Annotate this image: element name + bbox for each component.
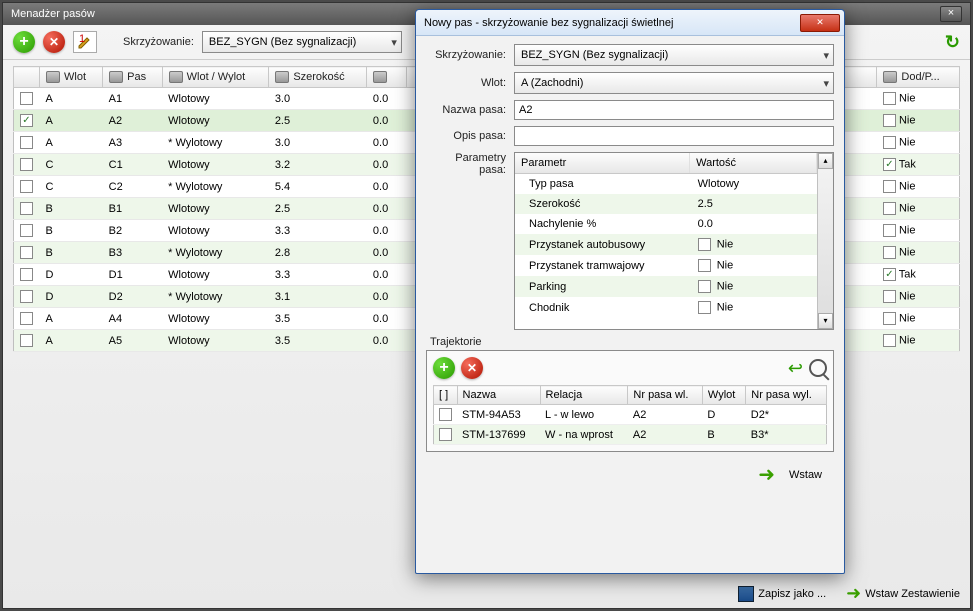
dlg-nazwa-label: Nazwa pasa:: [426, 104, 514, 116]
param-checkbox[interactable]: [698, 301, 711, 314]
scroll-up-button[interactable]: ▴: [818, 153, 833, 169]
dialog-title-bar[interactable]: Nowy pas - skrzyżowanie bez sygnalizacji…: [416, 10, 844, 36]
row-checkbox[interactable]: [20, 224, 33, 237]
dod-checkbox[interactable]: [883, 290, 896, 303]
close-icon[interactable]: ×: [940, 6, 962, 22]
param-row[interactable]: Chodnik Nie: [515, 297, 833, 318]
printer-icon: [46, 71, 60, 83]
traj-row[interactable]: STM-137699W - na wprostA2BB3*: [434, 425, 827, 445]
param-row[interactable]: Szerokość2.5: [515, 194, 833, 214]
edit-button[interactable]: 1: [73, 31, 97, 53]
dod-checkbox[interactable]: ✓: [883, 158, 896, 171]
row-checkbox[interactable]: [20, 180, 33, 193]
param-row[interactable]: Przystanek tramwajowy Nie: [515, 255, 833, 276]
dod-checkbox[interactable]: [883, 180, 896, 193]
insert-button[interactable]: Wstaw: [781, 465, 830, 485]
window-title: Menadżer pasów: [11, 8, 95, 20]
dlg-opis-label: Opis pasa:: [426, 130, 514, 142]
dod-checkbox[interactable]: ✓: [883, 268, 896, 281]
param-row[interactable]: Przystanek autobusowy Nie: [515, 234, 833, 255]
insert-arrow-icon: ➜: [758, 462, 775, 487]
dod-checkbox[interactable]: [883, 224, 896, 237]
trajectories-box: + ✕ ↩ [ ] Nazwa Relacja Nr pasa wl. Wylo…: [426, 350, 834, 452]
param-row[interactable]: Nachylenie %0.0: [515, 214, 833, 234]
dlg-intersection-label: Skrzyżowanie:: [426, 49, 514, 61]
intersection-label: Skrzyżowanie:: [123, 36, 194, 48]
lane-desc-input[interactable]: [514, 126, 834, 146]
dod-checkbox[interactable]: [883, 114, 896, 127]
row-checkbox[interactable]: [20, 312, 33, 325]
param-scrollbar[interactable]: ▴ ▾: [817, 153, 833, 329]
refresh-icon[interactable]: ↻: [945, 32, 960, 53]
lane-name-input[interactable]: A2: [514, 100, 834, 120]
traj-delete-button[interactable]: ✕: [461, 357, 483, 379]
row-checkbox[interactable]: [20, 136, 33, 149]
col-extra[interactable]: [367, 67, 407, 88]
col-dod[interactable]: Dod/P...: [877, 67, 960, 88]
row-checkbox[interactable]: [20, 246, 33, 259]
dod-checkbox[interactable]: [883, 136, 896, 149]
search-icon[interactable]: [809, 359, 827, 377]
row-checkbox[interactable]: ✓: [20, 114, 33, 127]
col-szer[interactable]: Szerokość: [269, 67, 367, 88]
intersection-combo[interactable]: BEZ_SYGN (Bez sygnalizacji): [202, 31, 402, 53]
dlg-param-label: Parametry pasa:: [426, 152, 514, 176]
param-checkbox[interactable]: [698, 259, 711, 272]
pencil-icon: 1: [77, 34, 93, 50]
row-checkbox[interactable]: [20, 202, 33, 215]
save-as-button[interactable]: Zapisz jako ...: [738, 586, 826, 602]
traj-refresh-icon[interactable]: ↩: [788, 358, 803, 379]
new-lane-dialog: Nowy pas - skrzyżowanie bez sygnalizacji…: [415, 9, 845, 574]
dialog-close-button[interactable]: ✕: [800, 14, 840, 32]
printer-icon: [275, 71, 289, 83]
scroll-down-button[interactable]: ▾: [818, 313, 833, 329]
dod-checkbox[interactable]: [883, 246, 896, 259]
main-footer: Zapisz jako ... ➜ Wstaw Zestawienie: [738, 583, 960, 604]
row-checkbox[interactable]: [20, 158, 33, 171]
param-checkbox[interactable]: [698, 280, 711, 293]
delete-button[interactable]: ✕: [43, 31, 65, 53]
insert-summary-button[interactable]: ➜ Wstaw Zestawienie: [846, 583, 960, 604]
col-pas[interactable]: Pas: [103, 67, 163, 88]
traj-checkbox[interactable]: [439, 428, 452, 441]
dlg-intersection-combo[interactable]: BEZ_SYGN (Bez sygnalizacji): [514, 44, 834, 66]
printer-icon: [109, 71, 123, 83]
row-checkbox[interactable]: [20, 268, 33, 281]
row-checkbox[interactable]: [20, 290, 33, 303]
trajectories-grid[interactable]: [ ] Nazwa Relacja Nr pasa wl. Wylot Nr p…: [433, 385, 827, 445]
param-checkbox[interactable]: [698, 238, 711, 251]
traj-checkbox[interactable]: [439, 408, 452, 421]
dialog-title: Nowy pas - skrzyżowanie bez sygnalizacji…: [424, 17, 673, 29]
dod-checkbox[interactable]: [883, 312, 896, 325]
printer-icon: [373, 71, 387, 83]
dlg-wlot-combo[interactable]: A (Zachodni): [514, 72, 834, 94]
printer-icon: [169, 71, 183, 83]
arrow-icon: ➜: [846, 583, 861, 604]
traj-add-button[interactable]: +: [433, 357, 455, 379]
col-wlot[interactable]: Wlot: [40, 67, 103, 88]
param-grid[interactable]: Parametr Wartość Typ pasaWlotowySzerokoś…: [514, 152, 834, 330]
row-checkbox[interactable]: [20, 334, 33, 347]
param-row[interactable]: Parking Nie: [515, 276, 833, 297]
traj-row[interactable]: STM-94A53L - w lewoA2DD2*: [434, 405, 827, 425]
main-window: Menadżer pasów × + ✕ 1 Skrzyżowanie: BEZ…: [2, 2, 971, 609]
printer-icon: [883, 71, 897, 83]
svg-text:1: 1: [79, 34, 85, 45]
save-icon: [738, 586, 754, 602]
traj-group-label: Trajektorie: [430, 336, 834, 348]
param-row[interactable]: Typ pasaWlotowy: [515, 174, 833, 195]
dod-checkbox[interactable]: [883, 334, 896, 347]
dlg-wlot-label: Wlot:: [426, 77, 514, 89]
add-button[interactable]: +: [13, 31, 35, 53]
row-checkbox[interactable]: [20, 92, 33, 105]
dod-checkbox[interactable]: [883, 202, 896, 215]
col-check[interactable]: [14, 67, 40, 88]
col-wlotwylot[interactable]: Wlot / Wylot: [162, 67, 269, 88]
dod-checkbox[interactable]: [883, 92, 896, 105]
